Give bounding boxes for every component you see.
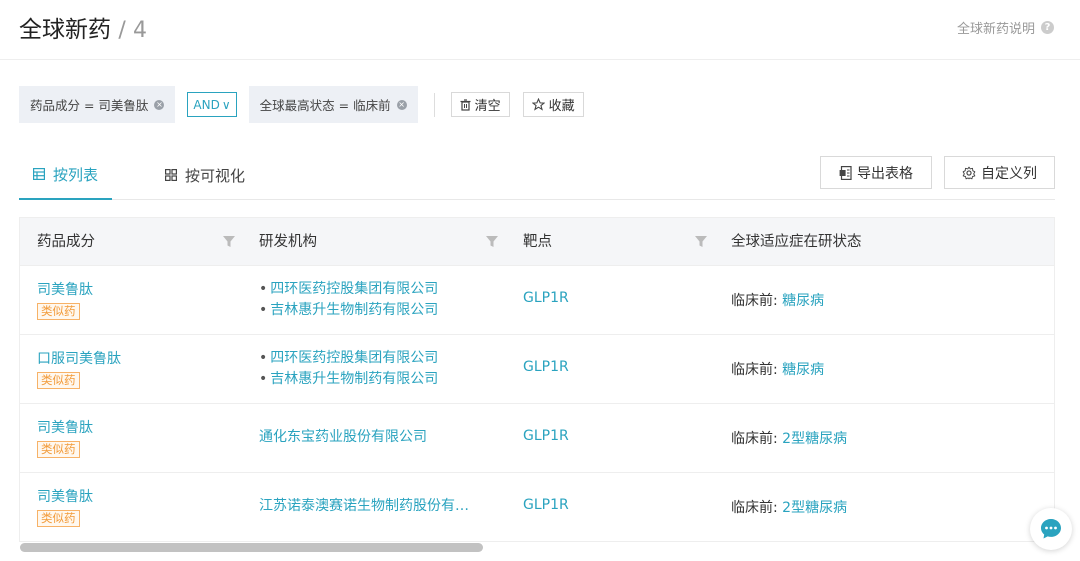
drug-cell: 司美鲁肽 类似药 bbox=[37, 486, 93, 527]
table-icon bbox=[32, 168, 45, 180]
export-table-button[interactable]: 导出表格 bbox=[820, 156, 932, 189]
custom-columns-button[interactable]: 自定义列 bbox=[944, 156, 1055, 189]
favorite-label: 收藏 bbox=[548, 99, 575, 114]
gear-icon bbox=[962, 166, 976, 179]
drug-table: 药品成分 研发机构 靶点 全球适应症在研状态 司美鲁肽 类似药 • 四环医药控股集… bbox=[19, 217, 1055, 542]
drug-cell: 口服司美鲁肽 类似药 bbox=[37, 348, 121, 389]
tab-visual-label: 按可视化 bbox=[185, 166, 246, 185]
biosimilar-tag: 类似药 bbox=[37, 441, 80, 458]
drug-link[interactable]: 司美鲁肽 bbox=[37, 486, 93, 506]
drug-link[interactable]: 口服司美鲁肽 bbox=[37, 348, 121, 368]
indication-link[interactable]: 糖尿病 bbox=[782, 362, 824, 378]
target-link[interactable]: GLP1R bbox=[523, 359, 569, 375]
grid-icon bbox=[165, 169, 177, 181]
divider bbox=[433, 92, 435, 117]
trash-icon bbox=[460, 98, 471, 111]
column-header-target[interactable]: 靶点 bbox=[523, 218, 552, 266]
org-cell: • 四环医药控股集团有限公司 • 吉林惠升生物制药有限公司 bbox=[259, 348, 438, 390]
filter-icon[interactable] bbox=[485, 235, 499, 249]
indication-link[interactable]: 糖尿病 bbox=[782, 293, 824, 309]
horizontal-scrollbar[interactable] bbox=[20, 543, 483, 552]
filter-icon[interactable] bbox=[694, 235, 708, 249]
status-label: 临床前: bbox=[731, 362, 778, 378]
chevron-down-icon: ∨ bbox=[221, 97, 231, 112]
help-link[interactable]: 全球新药说明 ? bbox=[957, 18, 1054, 37]
table-header: 药品成分 研发机构 靶点 全球适应症在研状态 bbox=[19, 217, 1055, 266]
tab-visual-view[interactable]: 按可视化 bbox=[165, 150, 245, 200]
tab-list-view[interactable]: 按列表 bbox=[19, 150, 112, 200]
org-link[interactable]: • 四环医药控股集团有限公司 bbox=[259, 279, 438, 300]
export-icon bbox=[839, 165, 852, 180]
org-link[interactable]: • 四环医药控股集团有限公司 bbox=[259, 348, 438, 369]
page-header: 全球新药 / 4 全球新药说明 ? bbox=[0, 0, 1080, 60]
status-cell: 临床前: 糖尿病 bbox=[731, 290, 824, 310]
biosimilar-tag: 类似药 bbox=[37, 510, 80, 527]
biosimilar-tag: 类似药 bbox=[37, 372, 80, 389]
indication-link[interactable]: 2型糖尿病 bbox=[782, 431, 847, 447]
column-header-drug[interactable]: 药品成分 bbox=[37, 218, 95, 266]
export-label: 导出表格 bbox=[857, 165, 913, 182]
star-icon bbox=[531, 98, 545, 111]
org-link[interactable]: 江苏诺泰澳赛诺生物制药股份有… bbox=[259, 496, 469, 517]
favorite-button[interactable]: 收藏 bbox=[522, 92, 584, 117]
biosimilar-tag: 类似药 bbox=[37, 303, 80, 320]
remove-icon[interactable]: × bbox=[396, 99, 407, 110]
org-link[interactable]: • 吉林惠升生物制药有限公司 bbox=[259, 369, 438, 390]
page-title: 全球新药 / 4 bbox=[19, 10, 147, 44]
drug-cell: 司美鲁肽 类似药 bbox=[37, 279, 93, 320]
drug-link[interactable]: 司美鲁肽 bbox=[37, 417, 93, 437]
help-text: 全球新药说明 bbox=[956, 22, 1035, 37]
drug-link[interactable]: 司美鲁肽 bbox=[37, 279, 93, 299]
help-icon: ? bbox=[1041, 21, 1054, 34]
page-count-separator: / bbox=[118, 18, 126, 43]
target-link[interactable]: GLP1R bbox=[523, 497, 569, 513]
column-header-status[interactable]: 全球适应症在研状态 bbox=[731, 218, 862, 266]
operator-select[interactable]: AND ∨ bbox=[187, 92, 237, 117]
target-link[interactable]: GLP1R bbox=[523, 290, 569, 306]
remove-icon[interactable]: × bbox=[154, 99, 165, 110]
indication-link[interactable]: 2型糖尿病 bbox=[782, 500, 847, 516]
status-cell: 临床前: 2型糖尿病 bbox=[731, 428, 847, 448]
filter-icon[interactable] bbox=[222, 235, 236, 249]
status-label: 临床前: bbox=[731, 500, 778, 516]
page-title-text: 全球新药 bbox=[19, 17, 111, 43]
result-count: 4 bbox=[133, 18, 148, 43]
status-cell: 临床前: 2型糖尿病 bbox=[731, 497, 847, 517]
status-cell: 临床前: 糖尿病 bbox=[731, 359, 824, 379]
table-row: 口服司美鲁肽 类似药 • 四环医药控股集团有限公司 • 吉林惠升生物制药有限公司 G… bbox=[19, 335, 1055, 404]
column-header-org[interactable]: 研发机构 bbox=[259, 218, 317, 266]
tab-list-label: 按列表 bbox=[52, 165, 98, 184]
status-label: 临床前: bbox=[731, 431, 778, 447]
org-link[interactable]: 通化东宝药业股份有限公司 bbox=[259, 427, 427, 448]
chat-icon bbox=[1041, 519, 1061, 539]
filter-chip-label: 药品成分 = 司美鲁肽 bbox=[30, 98, 149, 113]
org-link[interactable]: • 吉林惠升生物制药有限公司 bbox=[259, 300, 438, 321]
custom-columns-label: 自定义列 bbox=[981, 165, 1037, 182]
org-cell: • 四环医药控股集团有限公司 • 吉林惠升生物制药有限公司 bbox=[259, 279, 438, 321]
chat-button[interactable] bbox=[1030, 508, 1072, 550]
filter-chip-status[interactable]: 全球最高状态 = 临床前 × bbox=[248, 86, 418, 123]
drug-cell: 司美鲁肽 类似药 bbox=[37, 417, 93, 458]
table-row: 司美鲁肽 类似药 • 四环医药控股集团有限公司 • 吉林惠升生物制药有限公司 GLP… bbox=[19, 266, 1055, 335]
status-label: 临床前: bbox=[731, 293, 778, 309]
filter-chip-label: 全球最高状态 = 临床前 bbox=[259, 98, 391, 113]
view-tabs: 按列表 按可视化 导出表格 自定义列 bbox=[19, 150, 1055, 200]
clear-button[interactable]: 清空 bbox=[450, 92, 510, 117]
clear-label: 清空 bbox=[474, 99, 501, 114]
operator-label: AND bbox=[193, 97, 220, 112]
table-row: 司美鲁肽 类似药 通化东宝药业股份有限公司 GLP1R 临床前: 2型糖尿病 bbox=[19, 404, 1055, 473]
table-row: 司美鲁肽 类似药 江苏诺泰澳赛诺生物制药股份有… GLP1R 临床前: 2型糖尿… bbox=[19, 473, 1055, 542]
target-link[interactable]: GLP1R bbox=[523, 428, 569, 444]
filter-chip-drug[interactable]: 药品成分 = 司美鲁肽 × bbox=[19, 86, 176, 123]
filter-bar: 药品成分 = 司美鲁肽 × AND ∨ 全球最高状态 = 临床前 × 清空 收藏 bbox=[19, 86, 597, 123]
